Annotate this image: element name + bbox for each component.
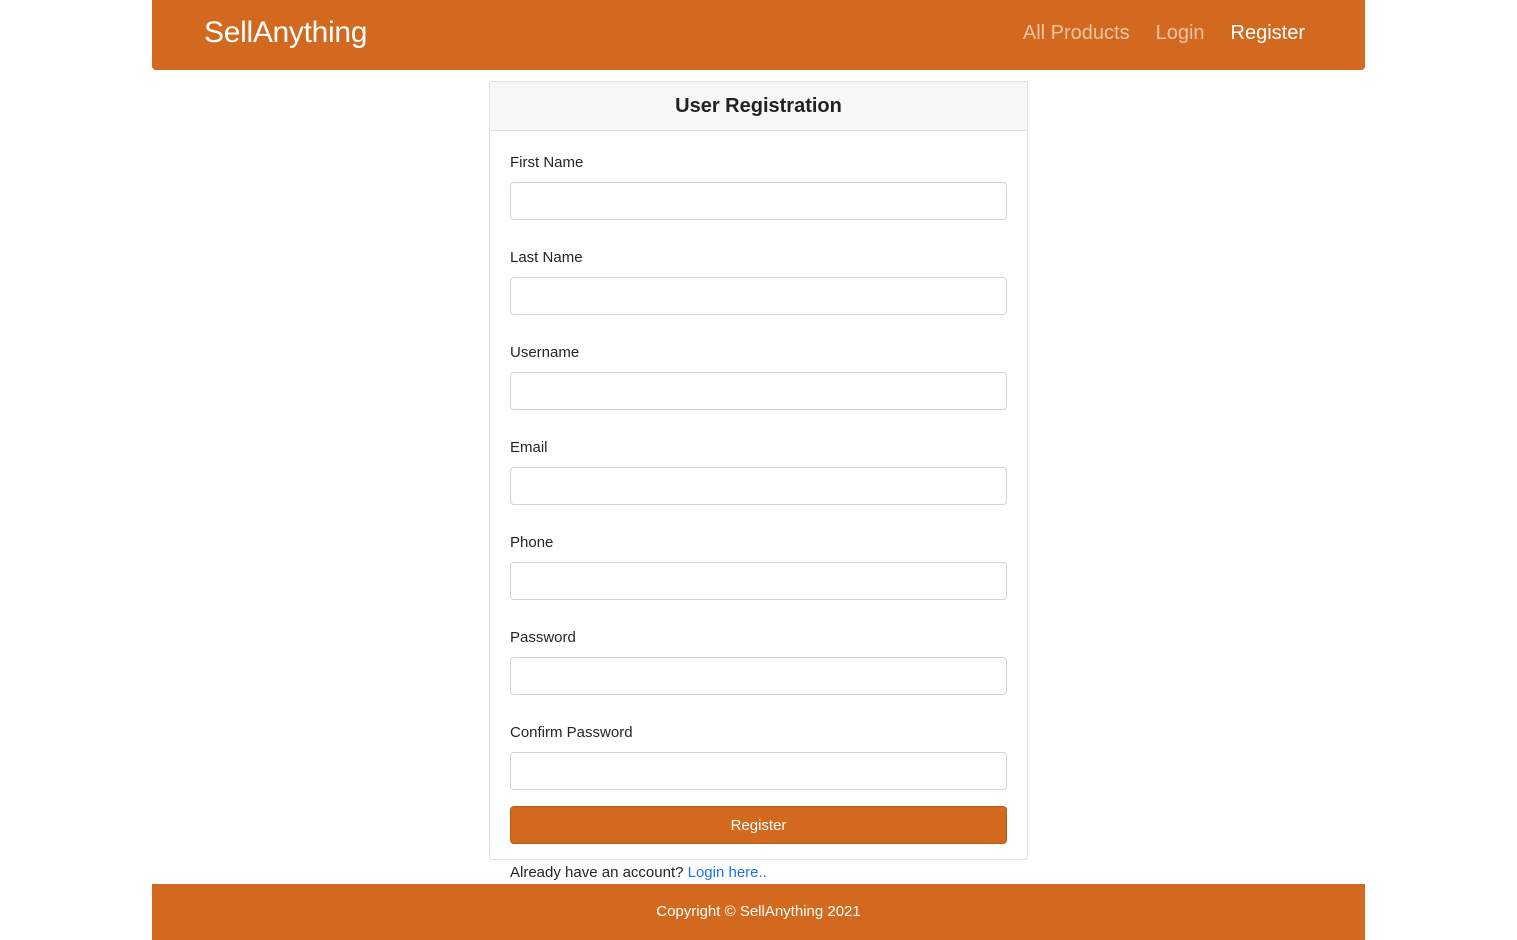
last-name-input[interactable] (510, 277, 1007, 315)
username-input[interactable] (510, 372, 1007, 410)
navbar: SellAnything All Products Login Register (152, 0, 1365, 70)
login-prompt: Already have an account? Login here.. (510, 864, 1007, 881)
username-label: Username (510, 344, 580, 361)
confirm-password-group: Confirm Password (510, 723, 1007, 790)
registration-form: First Name Last Name Username Email Phon… (490, 131, 1027, 881)
email-label: Email (510, 439, 548, 456)
registration-card: User Registration First Name Last Name U… (489, 81, 1028, 881)
login-here-link[interactable]: Login here.. (688, 864, 767, 881)
phone-group: Phone (510, 533, 1007, 600)
first-name-group: First Name (510, 153, 1007, 220)
password-label: Password (510, 629, 576, 646)
brand-logo[interactable]: SellAnything (204, 16, 367, 50)
email-group: Email (510, 438, 1007, 505)
login-prompt-text: Already have an account? (510, 864, 684, 881)
register-button[interactable]: Register (510, 806, 1007, 844)
username-group: Username (510, 343, 1007, 410)
phone-label: Phone (510, 534, 554, 551)
confirm-password-label: Confirm Password (510, 724, 633, 741)
confirm-password-input[interactable] (510, 752, 1007, 790)
nav-link-register[interactable]: Register (1231, 22, 1305, 45)
password-input[interactable] (510, 657, 1007, 695)
footer: Copyright © SellAnything 2021 (152, 884, 1365, 940)
phone-input[interactable] (510, 562, 1007, 600)
first-name-input[interactable] (510, 182, 1007, 220)
footer-copyright: Copyright © SellAnything 2021 (656, 903, 861, 920)
nav-link-all-products[interactable]: All Products (1023, 22, 1130, 45)
last-name-group: Last Name (510, 248, 1007, 315)
password-group: Password (510, 628, 1007, 695)
first-name-label: First Name (510, 154, 584, 171)
nav-link-login[interactable]: Login (1156, 22, 1205, 45)
card-title: User Registration (490, 82, 1027, 131)
nav-links: All Products Login Register (1023, 22, 1305, 45)
email-input[interactable] (510, 467, 1007, 505)
last-name-label: Last Name (510, 249, 583, 266)
